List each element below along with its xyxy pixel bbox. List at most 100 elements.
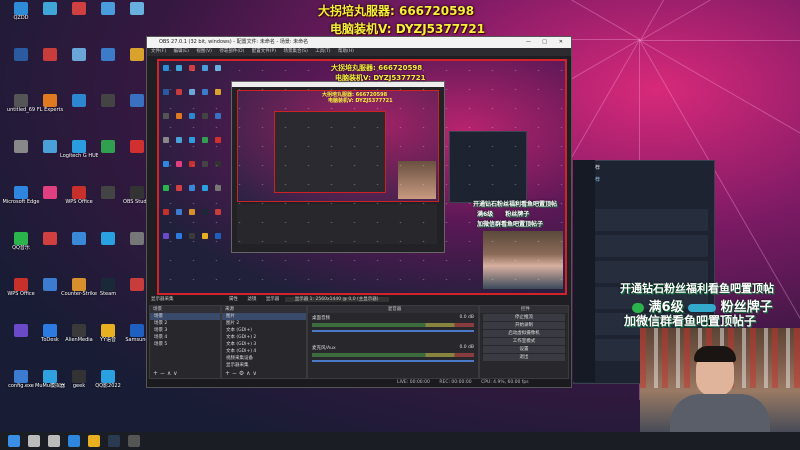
source-item[interactable]: 显示器采集 <box>222 362 306 369</box>
banner-line-2: 电脑装机V: DYZJ5377721 <box>330 22 486 36</box>
panel-title: 特殊推荐 <box>574 161 714 174</box>
app-icon <box>130 186 144 199</box>
mixer-channel: 桌面音频 0.0 dB <box>308 313 478 343</box>
minimize-icon[interactable]: — <box>526 37 531 48</box>
menu-help[interactable]: 帮助(H) <box>338 49 354 54</box>
app-icon <box>130 232 144 245</box>
obs-preview[interactable]: 大拐培丸服器: 666720598 电脑装机V: DYZJ5377721 大拐培… <box>157 59 567 295</box>
live-status: LIVE: 00:00:00 <box>397 380 430 385</box>
display-select[interactable]: 显示器 1: 2560x1440 @ 0,0 (主显示器) <box>284 297 389 302</box>
obs-menubar: 文件(F) 编辑(E) 视图(V) 停靠部件(D) 配置文件(P) 场景集合(S… <box>147 48 571 56</box>
obs-icon[interactable] <box>128 435 140 447</box>
app-icon <box>101 232 115 245</box>
close-icon[interactable]: ✕ <box>559 37 563 48</box>
volume-meter <box>312 323 474 327</box>
desktop-icon[interactable] <box>118 2 156 34</box>
volume-meter <box>312 353 474 357</box>
control-button[interactable]: 设置 <box>483 346 565 353</box>
app-icon <box>43 140 57 153</box>
menu-edit[interactable]: 编辑(E) <box>174 49 189 54</box>
app-icon <box>101 324 115 337</box>
app-icon <box>72 232 86 245</box>
mixer-channel: 麦克风/Aux 0.0 dB <box>308 343 478 373</box>
source-toolbar: 显示器采集 属性 滤镜 显示器 显示器 1: 2560x1440 @ 0,0 (… <box>149 295 569 304</box>
windows-start-icon[interactable] <box>8 435 20 447</box>
source-item[interactable]: 图片 <box>222 313 306 320</box>
promo-line-3: 加微信群看鱼吧置顶帖子 <box>624 314 757 328</box>
volume-slider[interactable] <box>312 330 474 332</box>
control-button[interactable]: 启动虚拟摄像机 <box>483 330 565 337</box>
fan-badge-icon <box>688 303 717 312</box>
source-item[interactable]: 文本 (GDI+) <box>222 327 306 334</box>
volume-slider[interactable] <box>312 360 474 362</box>
scene-item[interactable]: 场景 4 <box>150 334 220 341</box>
add-scene-button[interactable]: + − ∧ ∨ <box>153 370 178 377</box>
app-icon <box>130 324 144 337</box>
source-item[interactable]: 文本 (GDI+) 2 <box>222 334 306 341</box>
app-icon <box>130 94 144 107</box>
filters-button[interactable]: 滤镜 <box>247 297 256 302</box>
search-icon[interactable] <box>28 435 40 447</box>
sources-dock: 来源 图片 图片 2 文本 (GDI+) 文本 (GDI+) 2 文本 (GDI+) 3… <box>221 305 307 379</box>
streamer-hair <box>694 346 736 362</box>
edge-icon[interactable] <box>68 435 80 447</box>
maximize-icon[interactable]: □ <box>542 37 547 48</box>
mixer-channel-name: 麦克风/Aux <box>312 346 336 351</box>
desktop-icon-label: QQ影2022 <box>95 383 121 389</box>
app-icon <box>43 94 57 107</box>
app-icon <box>101 94 115 107</box>
source-item[interactable]: 文本 (GDI+) 4 <box>222 348 306 355</box>
scenes-dock: 场景 场景 场景 2 场景 3 场景 4 场景 5 + − ∧ ∨ <box>149 305 221 379</box>
obs-titlebar[interactable]: OBS 27.0.1 (32 bit, windows) - 配置文件: 未命名… <box>147 37 571 48</box>
controls-dock: 控件 停止推流 开始录制 启动虚拟摄像机 工作室模式 设置 退出 <box>479 305 569 379</box>
panel-tab[interactable]: 直播推荐 <box>574 174 714 185</box>
app-icon <box>72 186 86 199</box>
recommend-item[interactable] <box>580 209 708 231</box>
app-icon <box>72 370 86 383</box>
obs-title: OBS 27.0.1 (32 bit, windows) - 配置文件: 未命名… <box>159 39 309 45</box>
app-icon <box>43 186 57 199</box>
desktop-icon[interactable]: QQ影2022 <box>89 370 127 402</box>
source-item[interactable]: 视频采集设备 <box>222 355 306 362</box>
mixer-channel-db: 0.0 dB <box>459 315 474 320</box>
snow-particles <box>159 61 565 293</box>
source-item[interactable]: 图片 2 <box>222 320 306 327</box>
menu-docks[interactable]: 停靠部件(D) <box>219 49 244 54</box>
scene-item[interactable]: 场景 5 <box>150 341 220 348</box>
properties-button[interactable]: 属性 <box>229 297 238 302</box>
app-icon <box>14 232 28 245</box>
app-icon <box>101 2 115 15</box>
explorer-icon[interactable] <box>88 435 100 447</box>
menu-scene-collection[interactable]: 场景集合(S) <box>283 49 307 54</box>
task-view-icon[interactable] <box>48 435 60 447</box>
menu-tools[interactable]: 工具(T) <box>315 49 330 54</box>
scene-item[interactable]: 场景 3 <box>150 327 220 334</box>
app-icon <box>72 94 86 107</box>
control-button[interactable]: 停止推流 <box>483 314 565 321</box>
menu-profile[interactable]: 配置文件(P) <box>252 49 276 54</box>
app-icon <box>72 48 86 61</box>
obs-window[interactable]: OBS 27.0.1 (32 bit, windows) - 配置文件: 未命名… <box>146 36 572 388</box>
menu-file[interactable]: 文件(F) <box>151 49 166 54</box>
steam-icon[interactable] <box>108 435 120 447</box>
control-button[interactable]: 开始录制 <box>483 322 565 329</box>
control-button[interactable]: 工作室模式 <box>483 338 565 345</box>
app-icon <box>43 232 57 245</box>
control-button[interactable]: 退出 <box>483 354 565 361</box>
app-icon <box>101 48 115 61</box>
menu-view[interactable]: 视图(V) <box>196 49 212 54</box>
app-icon <box>43 48 57 61</box>
scene-item[interactable]: 场景 <box>150 313 220 320</box>
scene-item[interactable]: 场景 2 <box>150 320 220 327</box>
app-icon <box>130 48 144 61</box>
app-icon <box>72 2 86 15</box>
source-item[interactable]: 文本 (GDI+) 3 <box>222 341 306 348</box>
add-source-button[interactable]: + − ⚙ ∧ ∨ <box>225 370 257 377</box>
side-icon-strip <box>573 160 595 382</box>
display-label: 显示器 <box>265 297 280 302</box>
app-icon <box>43 324 57 337</box>
recommend-item[interactable] <box>580 235 708 257</box>
mixer-channel-db: 0.0 dB <box>459 345 474 350</box>
app-icon <box>101 186 115 199</box>
scene-list: 场景 场景 2 场景 3 场景 4 场景 5 <box>150 313 220 348</box>
